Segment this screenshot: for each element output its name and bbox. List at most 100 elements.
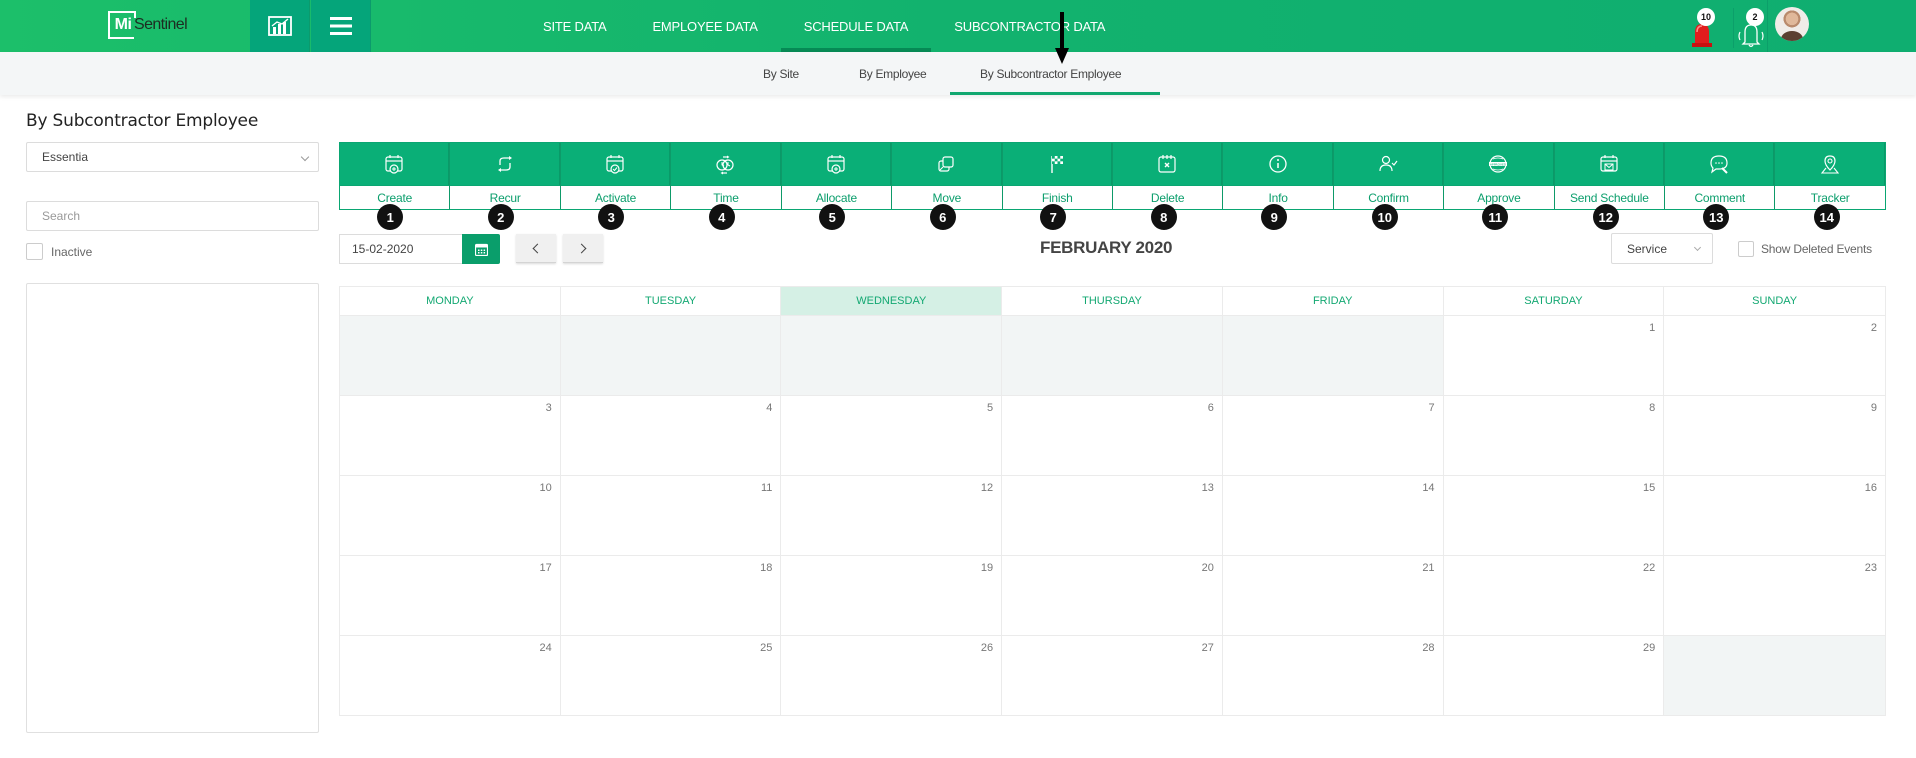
next-month-button[interactable] xyxy=(563,234,603,263)
calendar-cell-outside-month[interactable] xyxy=(1002,315,1223,395)
calendar-day-cell[interactable]: 5 xyxy=(781,395,1003,475)
toolbar-send-schedule-button[interactable]: Send Schedule xyxy=(1554,143,1666,209)
user-avatar[interactable] xyxy=(1775,7,1809,41)
toolbar-info-button[interactable]: Info xyxy=(1223,143,1334,209)
toolbar-time-button[interactable]: Time xyxy=(671,143,782,209)
toolbar-allocate-button[interactable]: Allocate xyxy=(781,143,893,209)
calendar-cell-outside-month[interactable] xyxy=(560,315,782,395)
calendar-day-cell[interactable]: 9 xyxy=(1664,395,1885,475)
toolbar-finish-button[interactable]: Finish xyxy=(1002,143,1113,209)
step-number-badge: 12 xyxy=(1592,204,1619,230)
step-number-badge: 11 xyxy=(1482,204,1509,230)
analytics-button[interactable] xyxy=(250,0,310,52)
calendar-day-cell[interactable]: 21 xyxy=(1222,555,1444,635)
calendar-day-cell[interactable]: 19 xyxy=(781,555,1003,635)
calendar-day-cell[interactable]: 11 xyxy=(560,475,782,555)
site-select[interactable]: Essentia xyxy=(26,142,319,172)
info-circle-icon xyxy=(1268,155,1287,173)
toolbar-tracker-button[interactable]: Tracker xyxy=(1775,143,1885,209)
calendar-day-cell[interactable]: 22 xyxy=(1443,555,1665,635)
calendar-day-cell[interactable]: 28 xyxy=(1222,635,1444,715)
top-nav-schedule-data[interactable]: SCHEDULE DATA xyxy=(780,0,932,52)
subnav-by-site[interactable]: By Site xyxy=(745,52,821,95)
top-nav-subcontractor-data[interactable]: SUBCONTRACTOR DATA xyxy=(931,0,1128,52)
main-menu-button[interactable] xyxy=(311,0,371,52)
toolbar-delete-button[interactable]: Delete xyxy=(1112,143,1224,209)
top-nav-employee-data[interactable]: EMPLOYEE DATA xyxy=(629,0,780,52)
calendar-day-cell[interactable]: 26 xyxy=(781,635,1003,715)
day-number: 2 xyxy=(1870,322,1877,334)
previous-month-button[interactable] xyxy=(516,234,556,263)
top-nav-site-data[interactable]: SITE DATA xyxy=(520,0,629,52)
alarm-button[interactable]: 10 xyxy=(1685,8,1719,48)
calendar-day-cell[interactable]: 1 xyxy=(1443,315,1665,395)
toolbar-comment-button[interactable]: Comment xyxy=(1665,143,1776,209)
calendar-day-cell[interactable]: 3 xyxy=(340,395,561,475)
calendar-day-cell[interactable]: 20 xyxy=(1002,555,1223,635)
weekday-sunday: SUNDAY xyxy=(1752,295,1798,307)
day-number: 28 xyxy=(1422,642,1435,654)
calendar-day-cell[interactable]: 25 xyxy=(560,635,782,715)
tool-icon-cell xyxy=(1333,143,1444,185)
date-picker-button[interactable] xyxy=(462,234,500,264)
step-number-badge: 8 xyxy=(1150,204,1177,230)
toolbar-approve-button[interactable]: APPROVED Approve xyxy=(1444,143,1555,209)
show-deleted-checkbox[interactable] xyxy=(1738,241,1754,257)
inactive-checkbox[interactable] xyxy=(26,243,43,260)
toolbar-activate-button[interactable]: Activate xyxy=(560,143,672,209)
day-number: 10 xyxy=(539,482,552,494)
calendar-day-cell[interactable]: 7 xyxy=(1222,395,1444,475)
date-input[interactable] xyxy=(339,234,462,264)
calendar-day-cell[interactable]: 13 xyxy=(1002,475,1223,555)
calendar-day-cell[interactable]: 6 xyxy=(1002,395,1223,475)
inactive-label: Inactive xyxy=(51,245,93,259)
toolbar-move-button[interactable]: Move xyxy=(892,143,1003,209)
comment-edit-icon xyxy=(1710,155,1728,174)
employee-list-panel[interactable] xyxy=(26,283,319,733)
service-select-value: Service xyxy=(1627,241,1668,256)
calendar-cell-outside-month[interactable] xyxy=(340,315,561,395)
calendar-day-cell[interactable]: 18 xyxy=(560,555,782,635)
subnav-by-employee[interactable]: By Employee xyxy=(821,52,950,95)
calendar-day-cell[interactable]: 4 xyxy=(560,395,782,475)
misentinel-logo[interactable]: Mi Sentinel xyxy=(108,11,188,39)
calendar-day-cell[interactable]: 23 xyxy=(1664,555,1885,635)
tool-icon-cell: APPROVED xyxy=(1444,143,1554,185)
toolbar-recur-button[interactable]: Recur xyxy=(450,143,561,209)
calendar-cell-outside-month[interactable] xyxy=(1664,635,1885,715)
subnav-label: By Employee xyxy=(859,66,927,81)
calendar-cell-outside-month[interactable] xyxy=(781,315,1003,395)
step-number-badge: 2 xyxy=(487,204,514,230)
calendar-check-icon xyxy=(606,155,624,174)
calendar-day-cell[interactable]: 15 xyxy=(1443,475,1665,555)
day-number: 12 xyxy=(980,482,994,494)
chevron-left-icon xyxy=(532,243,543,253)
day-number: 18 xyxy=(760,562,773,574)
calendar-day-cell[interactable]: 16 xyxy=(1664,475,1885,555)
step-number-badge: 3 xyxy=(598,204,625,230)
top-header: Mi Sentinel SITE DATA EMPLOYEE DATA SCHE… xyxy=(0,0,1916,52)
header-divider xyxy=(1767,0,1768,52)
calendar-plus-icon xyxy=(827,155,845,174)
step-number-badge: 13 xyxy=(1703,204,1730,230)
calendar-day-cell[interactable]: 24 xyxy=(340,635,561,715)
tool-icon-cell xyxy=(450,143,560,185)
calendar-day-cell[interactable]: 17 xyxy=(340,555,561,635)
calendar-day-cell[interactable]: 2 xyxy=(1664,315,1885,395)
calendar-day-cell[interactable]: 27 xyxy=(1002,635,1223,715)
calendar-day-cell[interactable]: 14 xyxy=(1222,475,1444,555)
weekday-monday: MONDAY xyxy=(340,287,561,315)
calendar-day-cell[interactable]: 29 xyxy=(1443,635,1665,715)
notifications-button[interactable]: 2 xyxy=(1733,8,1767,48)
calendar-day-cell[interactable]: 8 xyxy=(1443,395,1665,475)
service-select[interactable]: Service xyxy=(1611,233,1713,264)
toolbar-confirm-button[interactable]: Confirm xyxy=(1333,143,1445,209)
search-input[interactable] xyxy=(26,201,319,231)
analytics-chart-icon xyxy=(267,16,292,36)
calendar-day-cell[interactable]: 10 xyxy=(340,475,561,555)
toolbar-create-button[interactable]: Create xyxy=(340,143,451,209)
calendar-cell-outside-month[interactable] xyxy=(1222,315,1444,395)
alarm-count-badge: 10 xyxy=(1697,8,1715,26)
calendar-day-cell[interactable]: 12 xyxy=(781,475,1003,555)
chevron-down-icon xyxy=(300,152,310,162)
